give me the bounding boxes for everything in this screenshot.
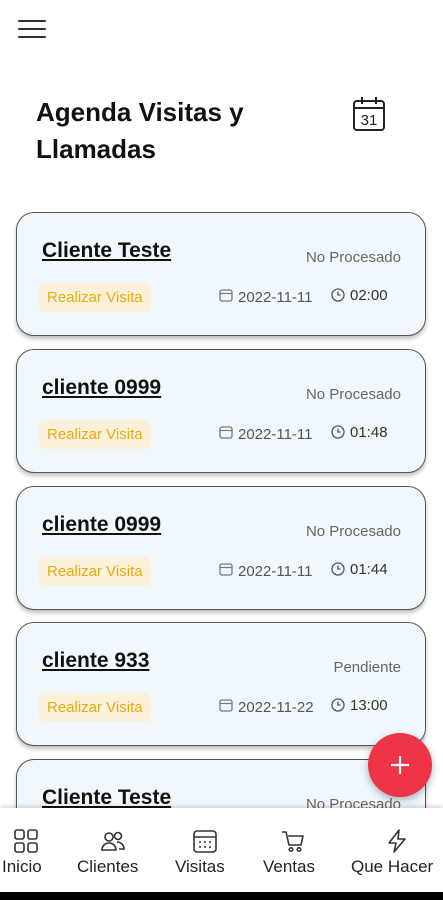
calendar-icon: 31 (353, 97, 385, 131)
plus-icon (391, 756, 409, 774)
hamburger-menu-icon[interactable] (18, 18, 48, 40)
client-name[interactable]: cliente 0999 (42, 513, 161, 537)
nav-item-visitas[interactable]: Visitas (172, 808, 238, 878)
status-label: No Procesado (305, 386, 401, 403)
visit-date: 2022-11-22 (238, 699, 314, 716)
status-label: No Procesado (305, 249, 401, 266)
status-label: No Procesado (305, 796, 401, 808)
client-name[interactable]: Cliente Teste (42, 239, 171, 263)
system-gesture-bar (0, 892, 443, 900)
top-bar (0, 0, 443, 60)
calendar-day: 31 (361, 112, 378, 129)
visit-date: 2022-11-11 (238, 289, 313, 306)
visit-time: 01:44 (350, 561, 388, 578)
visit-card[interactable]: cliente 0999 No Procesado Realizar Visit… (16, 349, 426, 473)
visit-type-badge: Realizar Visita (39, 283, 151, 312)
clock-icon (331, 562, 345, 576)
grid-icon (14, 829, 38, 853)
nav-item-ventas[interactable]: Ventas (259, 808, 327, 878)
cart-icon (282, 831, 304, 853)
visit-card[interactable]: Cliente Teste No Procesado Realizar Visi… (16, 212, 426, 336)
visit-card[interactable]: cliente 933 Pendiente Realizar Visita 20… (16, 622, 426, 746)
nav-label: Que Hacer (351, 857, 434, 876)
visit-date: 2022-11-11 (238, 426, 313, 443)
nav-label: Clientes (77, 857, 139, 876)
bottom-navigation: Inicio Clientes Visitas Ventas Que Hacer (0, 808, 443, 900)
nav-item-que-hacer[interactable]: Que Hacer (348, 808, 443, 878)
date-icon (219, 289, 233, 302)
calendar-icon-button[interactable]: 31 (352, 96, 386, 132)
visit-time: 13:00 (350, 697, 388, 714)
visit-list[interactable]: Cliente Teste No Procesado Realizar Visi… (0, 212, 443, 808)
calendar-icon (193, 830, 217, 853)
clock-icon (331, 698, 345, 712)
nav-label: Ventas (263, 857, 315, 876)
visit-type-badge: Realizar Visita (39, 557, 151, 586)
visit-type-badge: Realizar Visita (39, 693, 151, 722)
page-title: Agenda Visitas y Llamadas (36, 97, 244, 164)
clock-icon (331, 288, 345, 302)
add-visit-button[interactable] (368, 733, 432, 797)
date-icon (219, 426, 233, 439)
visit-card[interactable]: cliente 0999 No Procesado Realizar Visit… (16, 486, 426, 610)
nav-item-inicio[interactable]: Inicio (0, 808, 52, 878)
nav-item-clientes[interactable]: Clientes (74, 808, 154, 878)
clock-icon (331, 425, 345, 439)
nav-label: Inicio (2, 857, 42, 876)
date-icon (219, 563, 233, 576)
visit-time: 02:00 (350, 287, 388, 304)
users-icon (101, 831, 125, 851)
client-name[interactable]: Cliente Teste (42, 786, 171, 808)
visit-time: 01:48 (350, 424, 388, 441)
bolt-icon (388, 829, 406, 853)
status-label: No Procesado (305, 523, 401, 540)
date-icon (219, 699, 233, 712)
visit-card[interactable]: Cliente Teste No Procesado (16, 759, 426, 808)
client-name[interactable]: cliente 933 (42, 649, 149, 673)
visit-date: 2022-11-11 (238, 563, 313, 580)
nav-label: Visitas (175, 857, 225, 876)
visit-type-badge: Realizar Visita (39, 420, 151, 449)
client-name[interactable]: cliente 0999 (42, 376, 161, 400)
status-label: Pendiente (333, 659, 401, 676)
